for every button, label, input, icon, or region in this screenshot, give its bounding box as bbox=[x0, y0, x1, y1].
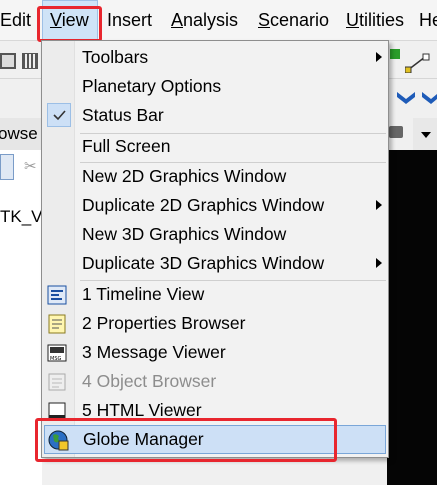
menu-item-properties-label: 2 Properties Browser bbox=[82, 313, 246, 333]
menu-item-toolbars-label: Toolbars bbox=[82, 47, 149, 67]
menu-item-dup-2d-label: Duplicate 2D Graphics Window bbox=[82, 195, 325, 215]
grid-icon[interactable] bbox=[22, 53, 38, 69]
camera-icon[interactable] bbox=[389, 126, 403, 138]
object-browser-icon bbox=[47, 372, 67, 392]
menu-item-new-2d-graphics-window[interactable]: New 2D Graphics Window bbox=[44, 162, 386, 191]
menu-analysis-rest: nalysis bbox=[183, 10, 239, 30]
menu-item-toolbars[interactable]: Toolbars bbox=[44, 43, 386, 72]
menu-utilities-rest: tilities bbox=[359, 10, 405, 30]
menu-item-object-browser-label: 4 Object Browser bbox=[82, 371, 217, 391]
menu-scenario-rest: cenario bbox=[270, 10, 330, 30]
submenu-arrow-icon bbox=[376, 200, 382, 210]
svg-text:MSG: MSG bbox=[50, 356, 61, 362]
menu-insert[interactable]: Insert bbox=[107, 0, 163, 40]
window-control-area bbox=[389, 118, 437, 150]
check-icon bbox=[47, 103, 71, 127]
menu-edit[interactable]: Edit bbox=[0, 0, 38, 40]
menu-item-message-viewer[interactable]: MSG 3 Message Viewer bbox=[44, 338, 386, 367]
submenu-arrow-icon bbox=[376, 258, 382, 268]
menu-analysis-mnemonic: A bbox=[171, 10, 184, 30]
menu-utilities[interactable]: Utilities bbox=[346, 0, 416, 40]
menu-scenario[interactable]: Scenario bbox=[258, 0, 340, 40]
menu-edit-label: Edit bbox=[0, 10, 32, 30]
browser-label: owse bbox=[0, 124, 38, 143]
node-link-icon[interactable] bbox=[404, 53, 431, 74]
view-menu-dropdown: Toolbars Planetary Options Status Bar Fu… bbox=[41, 40, 389, 458]
menu-item-full-screen[interactable]: Full Screen bbox=[44, 132, 386, 161]
scissors-icon[interactable]: ✂ bbox=[24, 158, 40, 176]
menu-help-label: Help bbox=[419, 10, 437, 30]
menu-item-properties-browser[interactable]: 2 Properties Browser bbox=[44, 309, 386, 338]
menu-item-planetary-options-label: Planetary Options bbox=[82, 76, 222, 96]
menu-insert-label: Insert bbox=[107, 10, 153, 30]
menu-item-message-label: 3 Message Viewer bbox=[82, 342, 226, 362]
menu-item-full-screen-label: Full Screen bbox=[82, 136, 171, 156]
pencil-icon[interactable] bbox=[0, 154, 14, 180]
globe-manager-highlight-box bbox=[35, 418, 337, 462]
menu-item-new-3d-graphics-window[interactable]: New 3D Graphics Window bbox=[44, 220, 386, 249]
properties-icon bbox=[47, 314, 67, 334]
message-viewer-icon: MSG bbox=[47, 343, 67, 363]
chevron-down-icon[interactable] bbox=[420, 87, 437, 109]
menu-item-dup-3d-label: Duplicate 3D Graphics Window bbox=[82, 253, 325, 273]
menu-item-timeline-view[interactable]: 1 Timeline View bbox=[44, 280, 386, 309]
menu-item-planetary-options[interactable]: Planetary Options bbox=[44, 72, 386, 101]
menu-scenario-mnemonic: S bbox=[258, 10, 271, 30]
menu-item-new-3d-label: New 3D Graphics Window bbox=[82, 224, 287, 244]
green-node-icon[interactable] bbox=[390, 49, 400, 59]
menu-item-new-2d-label: New 2D Graphics Window bbox=[82, 166, 287, 186]
timeline-icon bbox=[47, 285, 67, 305]
menu-help[interactable]: Help bbox=[419, 0, 437, 40]
menu-utilities-mnemonic: U bbox=[346, 10, 359, 30]
menu-item-duplicate-2d-graphics-window[interactable]: Duplicate 2D Graphics Window bbox=[44, 191, 386, 220]
graphics-window[interactable] bbox=[387, 150, 437, 485]
menu-analysis[interactable]: Analysis bbox=[171, 0, 251, 40]
menu-item-status-bar-label: Status Bar bbox=[82, 105, 164, 125]
object-browser-header: owse bbox=[0, 118, 42, 151]
menu-item-object-browser: 4 Object Browser bbox=[44, 367, 386, 396]
chevron-down-icon[interactable] bbox=[395, 87, 417, 109]
menu-item-status-bar[interactable]: Status Bar bbox=[44, 101, 386, 130]
submenu-arrow-icon bbox=[376, 52, 382, 62]
dropdown-icon[interactable] bbox=[421, 132, 431, 138]
view-menu-highlight-box bbox=[37, 6, 102, 42]
menu-item-duplicate-3d-graphics-window[interactable]: Duplicate 3D Graphics Window bbox=[44, 249, 386, 278]
save-icon[interactable] bbox=[0, 53, 16, 69]
menu-item-timeline-label: 1 Timeline View bbox=[82, 284, 205, 304]
